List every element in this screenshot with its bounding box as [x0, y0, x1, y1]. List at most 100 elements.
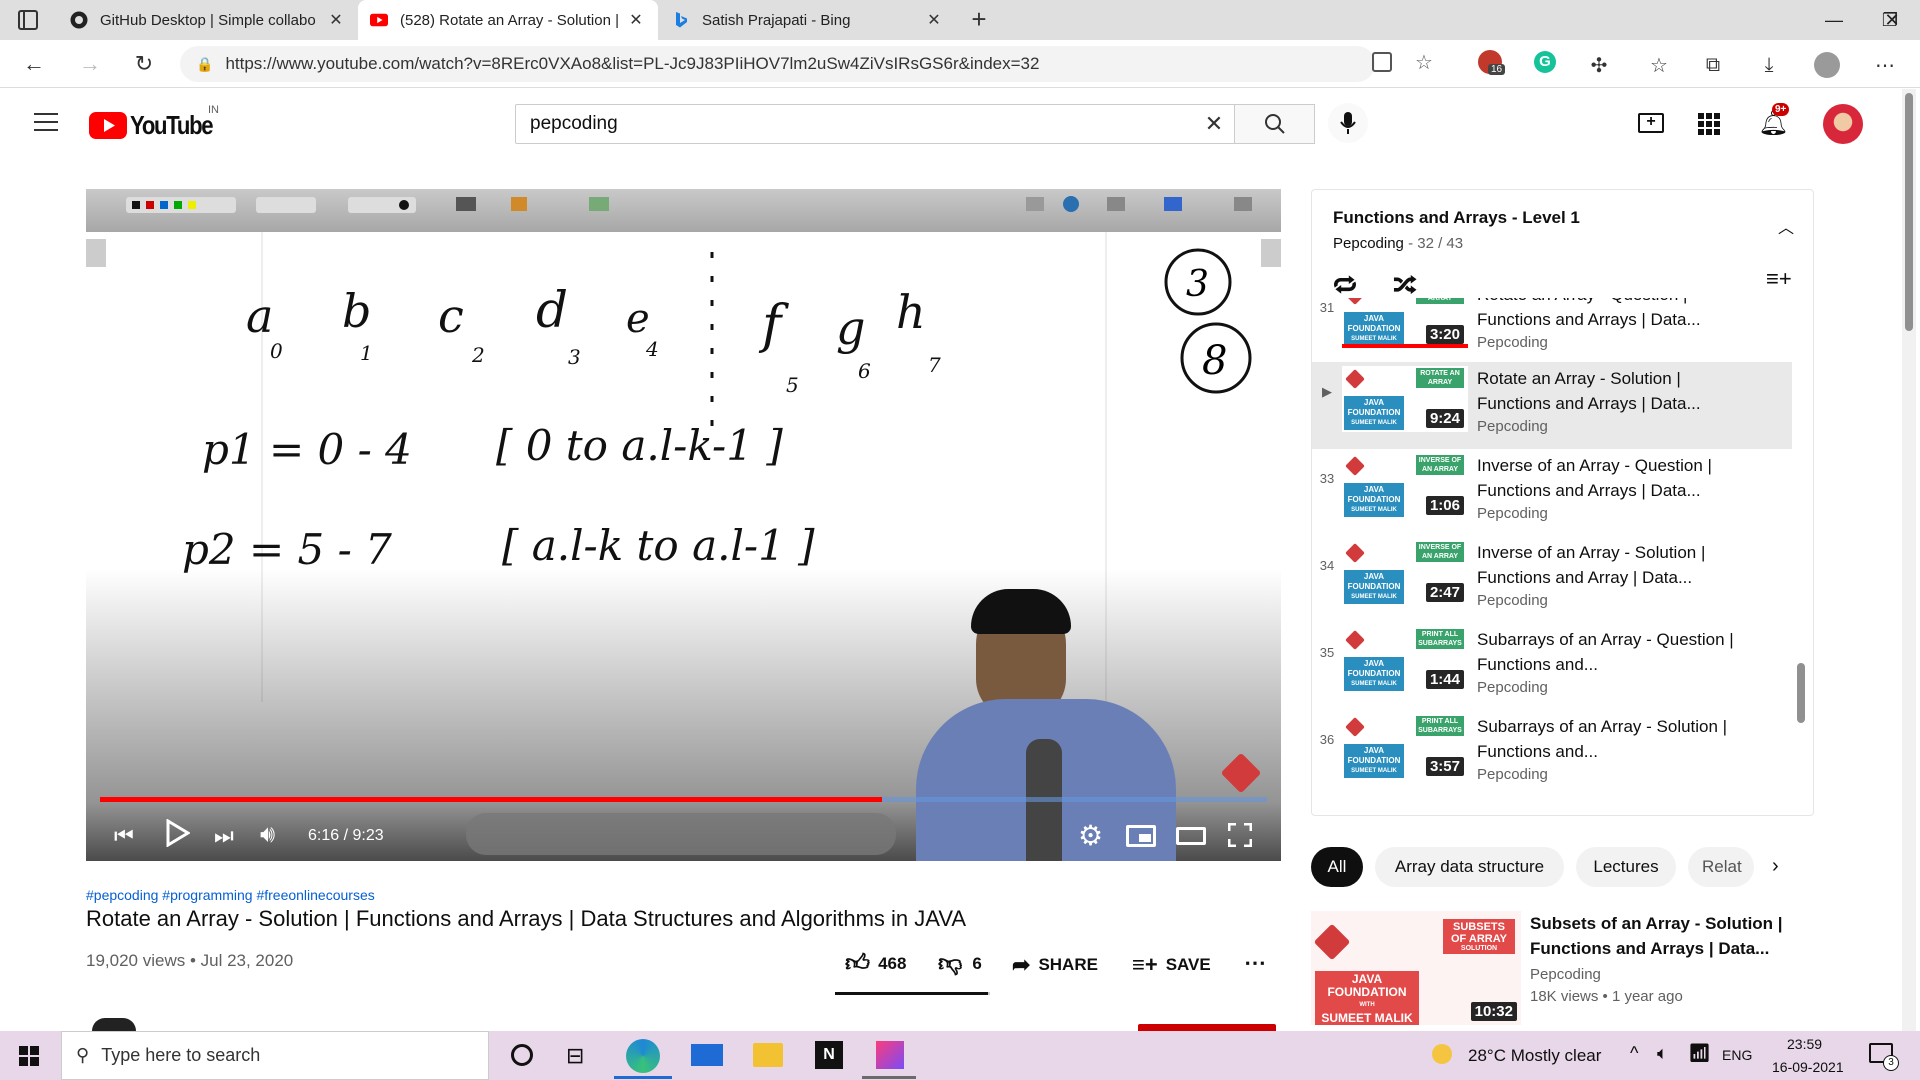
- close-icon[interactable]: ✕: [924, 10, 944, 30]
- notifications-bell-icon[interactable]: 🔔︎ 9+: [1758, 103, 1790, 138]
- share-button[interactable]: ➦ SHARE: [1012, 952, 1098, 978]
- voice-search-button[interactable]: [1328, 103, 1368, 143]
- chip-array-data-structure[interactable]: Array data structure: [1375, 847, 1564, 887]
- back-button[interactable]: ←: [16, 46, 52, 82]
- clock-date[interactable]: 16-09-2021: [1772, 1059, 1844, 1075]
- playlist-channel[interactable]: Pepcoding: [1333, 235, 1404, 252]
- collapse-chevron-icon[interactable]: ︿: [1778, 214, 1794, 238]
- playlist-item[interactable]: 36 PRINT ALL SUBARRAYS JAVA FOUNDATION SUME…: [1312, 710, 1792, 797]
- video-player[interactable]: a b c d e f g h 0 1 2 3 4 5 6 7 p1 = 0 -…: [86, 189, 1281, 861]
- recommended-channel[interactable]: Pepcoding: [1530, 966, 1601, 983]
- playlist-item[interactable]: ▶ ROTATE AN ARRAY JAVA FOUNDATION SUMEET MA…: [1312, 362, 1792, 449]
- mail-taskbar-icon[interactable]: [691, 1044, 723, 1066]
- grammarly-icon[interactable]: G: [1534, 51, 1556, 73]
- chip-lectures[interactable]: Lectures: [1576, 847, 1676, 887]
- intellij-icon[interactable]: [876, 1041, 904, 1069]
- browser-tab-bing[interactable]: Satish Prajapati - Bing ✕: [660, 0, 956, 40]
- cortana-icon[interactable]: [511, 1044, 533, 1066]
- refresh-button[interactable]: ↻: [126, 46, 162, 82]
- apps-grid-icon[interactable]: [1698, 113, 1720, 135]
- taskbar-search-box[interactable]: ⚲ Type here to search: [61, 1031, 489, 1080]
- clock-time[interactable]: 23:59: [1787, 1036, 1822, 1052]
- playlist-scrollbar[interactable]: [1797, 663, 1805, 723]
- minimize-button[interactable]: —: [1806, 0, 1862, 40]
- close-icon[interactable]: ✕: [626, 10, 646, 30]
- volume-tray-icon[interactable]: 🔈︎: [1657, 1043, 1668, 1064]
- playlist-item-thumbnail[interactable]: INVERSE OF AN ARRAY JAVA FOUNDATION SUMEET…: [1342, 453, 1468, 519]
- collections-icon[interactable]: ⧉: [1698, 50, 1728, 80]
- url-field[interactable]: 🔒 https://www.youtube.com/watch?v=8RErc0…: [180, 46, 1375, 82]
- shuffle-icon[interactable]: 🔀︎: [1393, 266, 1417, 302]
- browser-tab-github[interactable]: GitHub Desktop | Simple collabo ✕: [58, 0, 358, 40]
- subscribe-button[interactable]: [1138, 1024, 1276, 1031]
- playlist-item[interactable]: 35 PRINT ALL SUBARRAYS JAVA FOUNDATION SUME…: [1312, 623, 1792, 710]
- extensions-icon[interactable]: ✣: [1584, 50, 1614, 80]
- playlist-item-channel: Pepcoding: [1477, 679, 1548, 696]
- close-icon[interactable]: ✕: [326, 10, 346, 30]
- windows-start-icon[interactable]: [19, 1046, 39, 1066]
- playlist-item-thumbnail[interactable]: INVERSE OF AN ARRAY JAVA FOUNDATION SUMEET…: [1342, 540, 1468, 606]
- dislike-button[interactable]: 👎︎ 6: [938, 950, 982, 978]
- file-explorer-icon[interactable]: [753, 1043, 783, 1067]
- chevron-right-icon[interactable]: ›: [1772, 855, 1779, 878]
- more-icon[interactable]: ⋯: [1870, 50, 1900, 80]
- menu-icon[interactable]: [34, 113, 58, 131]
- wifi-icon[interactable]: 📶︎: [1688, 1043, 1711, 1064]
- language-indicator[interactable]: ENG: [1722, 1047, 1752, 1063]
- previous-button[interactable]: ⏮: [114, 823, 134, 849]
- read-aloud-icon[interactable]: [1372, 52, 1392, 72]
- task-view-icon[interactable]: ⊟: [566, 1043, 584, 1069]
- user-avatar[interactable]: [1823, 104, 1863, 144]
- miniplayer-icon[interactable]: [1126, 825, 1156, 847]
- page-scrollbar-thumb[interactable]: [1905, 93, 1913, 331]
- weather-text[interactable]: 28°C Mostly clear: [1468, 1046, 1601, 1066]
- clear-search-icon[interactable]: ✕: [1194, 111, 1234, 137]
- create-video-icon[interactable]: +: [1638, 113, 1664, 133]
- youtube-logo[interactable]: YouTube: [89, 110, 227, 140]
- fullscreen-icon[interactable]: [1227, 822, 1253, 848]
- adblock-icon[interactable]: 16: [1478, 50, 1506, 75]
- forward-button[interactable]: →: [72, 46, 108, 82]
- recommended-thumbnail[interactable]: SUBSETS OF ARRAY SOLUTION JAVA FOUNDATIO…: [1311, 911, 1521, 1025]
- new-tab-button[interactable]: +: [964, 4, 994, 34]
- playlist-item-thumbnail[interactable]: ROTATE AN ARRAY JAVA FOUNDATIONSUMEET MAL…: [1342, 366, 1468, 432]
- playlist-item[interactable]: 33 INVERSE OF AN ARRAY JAVA FOUNDATION SUME…: [1312, 449, 1792, 536]
- volume-icon[interactable]: 🔊︎: [260, 821, 275, 849]
- playlist-item-thumbnail[interactable]: PRINT ALL SUBARRAYS JAVA FOUNDATION SUMEET…: [1342, 627, 1468, 693]
- play-button[interactable]: [164, 818, 192, 848]
- channel-avatar[interactable]: [92, 1018, 136, 1031]
- favorite-add-icon[interactable]: ☆: [1415, 50, 1433, 75]
- hashtags[interactable]: #pepcoding #programming #freeonlinecours…: [86, 887, 375, 903]
- playlist-item[interactable]: 34 INVERSE OF AN ARRAY JAVA FOUNDATION SUME…: [1312, 536, 1792, 623]
- edge-taskbar-icon[interactable]: [626, 1039, 660, 1073]
- save-button[interactable]: ≡+ SAVE: [1132, 952, 1211, 978]
- notion-icon[interactable]: N: [815, 1041, 843, 1069]
- theater-mode-icon[interactable]: [1176, 827, 1206, 845]
- next-button[interactable]: ⏭: [214, 823, 234, 849]
- recommended-title[interactable]: Subsets of an Array - Solution | Functio…: [1530, 911, 1800, 961]
- like-button[interactable]: 👍︎ 468: [845, 950, 906, 978]
- progress-bar[interactable]: [100, 797, 1267, 802]
- downloads-icon[interactable]: ⤓: [1754, 50, 1784, 80]
- playlist-item-thumbnail[interactable]: PRINT ALL SUBARRAYS JAVA FOUNDATION SUMEET…: [1342, 714, 1468, 780]
- chip-related[interactable]: Relat: [1688, 847, 1754, 887]
- playlist-title[interactable]: Functions and Arrays - Level 1: [1333, 208, 1580, 228]
- playlist-item[interactable]: 31 ROTATE AN ARRAY JAVA FOUNDATIONSUMEET M…: [1312, 298, 1792, 365]
- page-scrollbar[interactable]: [1902, 89, 1916, 1031]
- more-actions-icon[interactable]: ⋯: [1244, 950, 1266, 976]
- profile-avatar[interactable]: [1814, 52, 1840, 78]
- chip-all[interactable]: All: [1311, 847, 1363, 887]
- action-center-icon[interactable]: 3: [1869, 1043, 1899, 1071]
- search-button[interactable]: [1235, 104, 1315, 144]
- window-close-button[interactable]: ✕: [1864, 0, 1920, 40]
- playlist-item-thumbnail[interactable]: ROTATE AN ARRAY JAVA FOUNDATIONSUMEET MAL…: [1342, 298, 1468, 348]
- browser-tab-youtube[interactable]: (528) Rotate an Array - Solution | ✕: [358, 0, 658, 40]
- recommended-video[interactable]: SUBSETS OF ARRAY SOLUTION JAVA FOUNDATIO…: [1311, 911, 1814, 1031]
- favorites-icon[interactable]: ☆: [1644, 50, 1674, 80]
- tray-chevron-icon[interactable]: ^: [1630, 1043, 1638, 1064]
- search-input[interactable]: pepcoding ✕: [515, 104, 1235, 144]
- playlist-menu-icon[interactable]: ≡+: [1766, 266, 1792, 292]
- tab-actions-icon[interactable]: [18, 10, 38, 30]
- settings-gear-icon[interactable]: ⚙: [1078, 819, 1103, 852]
- loop-icon[interactable]: 🔁︎: [1333, 266, 1357, 302]
